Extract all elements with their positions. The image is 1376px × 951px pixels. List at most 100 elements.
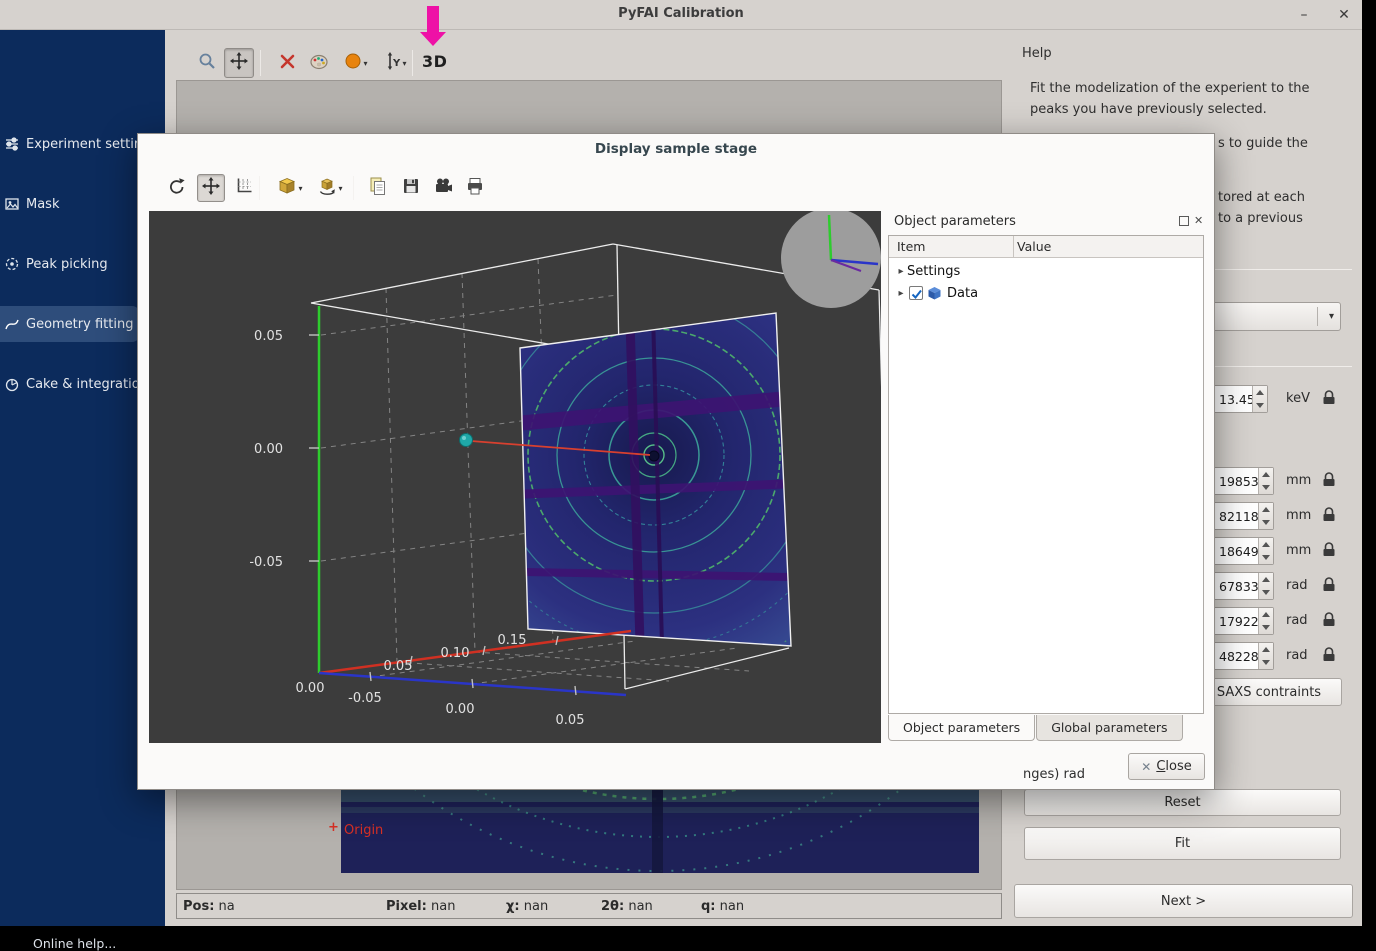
energy-unit: keV: [1286, 391, 1310, 406]
lock-icon[interactable]: [1322, 611, 1336, 627]
status-q-value: nan: [720, 899, 744, 914]
help-text-fragment: tored at each: [1218, 190, 1305, 205]
save-snapshot-button[interactable]: [397, 174, 425, 202]
tab-object-parameters[interactable]: Object parameters: [888, 715, 1035, 741]
copy-snapshot-button[interactable]: [363, 174, 391, 202]
printer-icon: [465, 176, 485, 200]
magnifier-icon: [197, 51, 217, 75]
origin-label: Origin: [344, 823, 383, 838]
grid-axes-icon: [234, 176, 254, 200]
param-unit: mm: [1286, 508, 1311, 523]
object-tree[interactable]: Item Value ▸ Settings ▸ Data: [888, 235, 1204, 714]
rotate-icon: [167, 176, 187, 200]
tree-row-settings[interactable]: ▸ Settings: [889, 260, 1203, 282]
status-pos: Pos: na: [183, 899, 235, 914]
lock-icon[interactable]: [1322, 471, 1336, 487]
dock-float-icon[interactable]: [1179, 216, 1189, 226]
sample-marker: [460, 434, 473, 447]
3d-view-button[interactable]: 3D: [422, 52, 447, 71]
param-unit: mm: [1286, 543, 1311, 558]
geometry-fitting-icon: [4, 316, 20, 332]
column-value: Value: [1017, 239, 1051, 254]
desktop: { "titlebar": { "title": "PyFAI Calibrat…: [0, 0, 1376, 938]
spinbox-arrows[interactable]: [1258, 608, 1273, 634]
display-sample-stage-dialog: Display sample stage ▾ ▾: [137, 133, 1215, 790]
svg-text:0.10: 0.10: [441, 646, 470, 661]
zoom-button[interactable]: [192, 48, 222, 78]
copy-icon: [367, 176, 387, 200]
pan-button[interactable]: [224, 48, 254, 78]
toolbar-separator: [259, 176, 260, 200]
object-parameters-title: Object parameters: [894, 214, 1016, 229]
minimize-button[interactable]: –: [1292, 4, 1316, 26]
saxs-constraints-button[interactable]: SAXS contraints: [1196, 678, 1342, 706]
bounding-box-button[interactable]: ▾: [271, 174, 309, 202]
rotate-view-button[interactable]: [163, 174, 191, 202]
colormap-button[interactable]: [304, 48, 334, 78]
reset-button[interactable]: Reset: [1024, 789, 1341, 816]
clear-mask-button[interactable]: [272, 48, 302, 78]
lock-icon[interactable]: [1322, 541, 1336, 557]
svg-text:0.00: 0.00: [296, 681, 325, 696]
spinbox-arrows[interactable]: [1258, 538, 1273, 564]
lock-icon[interactable]: [1322, 576, 1336, 592]
spinbox-arrows[interactable]: [1258, 573, 1273, 599]
y-axis-icon: Y: [385, 51, 401, 75]
param-unit: mm: [1286, 473, 1311, 488]
chevron-down-icon: ▾: [1329, 311, 1334, 322]
chevron-down-icon: ▾: [402, 59, 406, 68]
spinbox-arrows[interactable]: [1258, 503, 1273, 529]
spinbox-arrows[interactable]: [1252, 386, 1267, 412]
svg-text:Y: Y: [392, 58, 401, 69]
record-video-button[interactable]: [429, 174, 457, 202]
tree-row-data[interactable]: ▸ Data: [889, 282, 1203, 304]
pan-view-button[interactable]: [197, 174, 225, 202]
status-2theta-value: nan: [628, 899, 652, 914]
data-visibility-checkbox[interactable]: [909, 286, 923, 300]
dialog-close-button[interactable]: ✕ Close: [1128, 753, 1205, 780]
marker-style-button[interactable]: ▾: [338, 48, 374, 78]
close-label: lose: [1165, 759, 1191, 774]
video-camera-icon: [433, 176, 453, 200]
origin-marker-icon: +: [328, 820, 339, 835]
lock-icon[interactable]: [1322, 646, 1336, 662]
fit-button[interactable]: Fit: [1024, 827, 1341, 860]
column-separator[interactable]: [1013, 236, 1014, 257]
orange-dot-icon: [344, 51, 362, 75]
toolbar-separator: [412, 50, 413, 76]
online-help-link[interactable]: Online help...: [33, 936, 116, 951]
combo-separator: [1317, 307, 1318, 326]
help-text-line1: Fit the modelization of the experient to…: [1030, 81, 1310, 96]
help-text-fragment: s to guide the: [1218, 136, 1308, 151]
axes-properties-button[interactable]: [230, 174, 258, 202]
status-2theta-label: 2θ:: [601, 899, 624, 914]
status-pixel-value: nan: [431, 899, 455, 914]
status-pos-value: na: [219, 899, 235, 914]
cube-rotate-icon: [317, 176, 337, 200]
spinbox-arrows[interactable]: [1258, 643, 1273, 669]
viewpoint-button[interactable]: ▾: [311, 174, 349, 202]
expander-icon[interactable]: ▸: [895, 266, 907, 277]
titlebar: PyFAI Calibration – ✕: [0, 0, 1362, 30]
tab-global-parameters[interactable]: Global parameters: [1036, 715, 1182, 741]
lock-icon[interactable]: [1322, 389, 1336, 405]
print-button[interactable]: [461, 174, 489, 202]
spinbox-arrows[interactable]: [1258, 468, 1273, 494]
close-window-button[interactable]: ✕: [1332, 4, 1356, 26]
dock-close-icon[interactable]: ✕: [1194, 214, 1203, 227]
3d-scene-view[interactable]: 0.05 0.00 -0.05 0.05 0.10 0.15 0.00 -0.0…: [149, 211, 881, 743]
sidebar-item-geometry-fitting[interactable]: Geometry fitting: [0, 306, 140, 342]
lock-icon[interactable]: [1322, 506, 1336, 522]
help-text-fragment: to a previous: [1218, 211, 1303, 226]
svg-text:-0.05: -0.05: [249, 555, 283, 570]
svg-text:0.00: 0.00: [446, 702, 475, 717]
pan-cross-icon: [201, 176, 221, 200]
tree-row-label: Data: [947, 286, 978, 301]
expander-icon[interactable]: ▸: [895, 288, 907, 299]
dialog-title: Display sample stage: [138, 141, 1214, 157]
energy-value: 13.45: [1219, 392, 1255, 407]
next-button[interactable]: Next >: [1014, 884, 1353, 918]
y-axis-orientation-button[interactable]: Y ▾: [378, 48, 414, 78]
status-bar: Pos: na Pixel: nan χ: nan 2θ: nan q: nan: [176, 893, 1002, 919]
window-title: PyFAI Calibration: [0, 6, 1362, 21]
